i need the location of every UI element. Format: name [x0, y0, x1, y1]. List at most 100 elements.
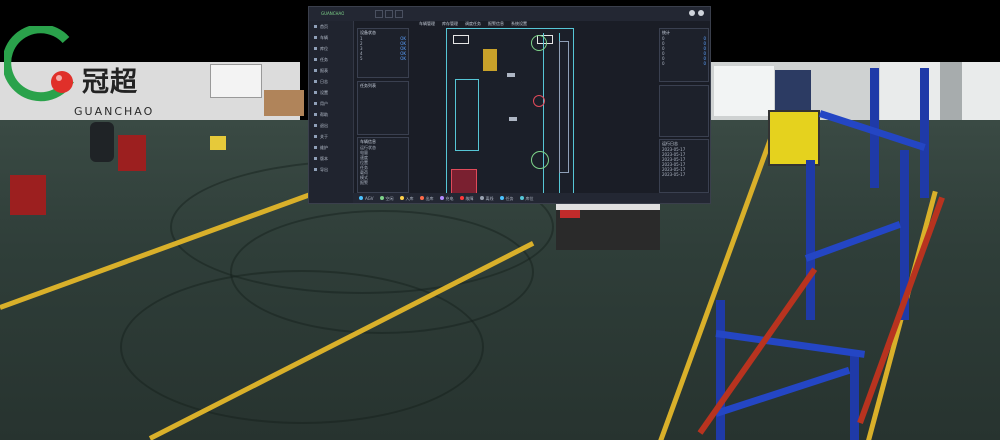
tab-3[interactable] [395, 10, 403, 18]
legend-swatch [499, 196, 504, 200]
tab-1[interactable] [375, 10, 383, 18]
sidebar-item-label: 关于 [320, 134, 328, 139]
rack-post [806, 160, 815, 320]
nav-item[interactable]: 系统设置 [511, 21, 527, 26]
user-icon[interactable] [698, 10, 704, 16]
menu-icon [314, 58, 317, 61]
sidebar-item[interactable]: 关于 [309, 131, 353, 142]
menu-icon [314, 157, 317, 160]
dashboard-top-bar: GUANCHAO [309, 7, 710, 21]
sidebar-item-label: 退出 [320, 123, 328, 128]
menu-icon [314, 146, 317, 149]
legend-item[interactable]: 任务 [499, 195, 514, 201]
nav-item[interactable]: 库存管理 [442, 21, 458, 26]
cardboard-box [264, 90, 304, 116]
legend-item[interactable]: 入库 [399, 196, 414, 201]
legend-swatch [519, 196, 524, 200]
statistics-panel: 统计 00 00 00 00 00 00 [659, 28, 709, 82]
table-row: 00 [660, 61, 708, 66]
legend-item[interactable]: AGV [359, 196, 374, 201]
rack-post [850, 350, 859, 440]
status-icons [689, 10, 704, 16]
info-row: 报警 [358, 180, 408, 185]
legend-item[interactable]: 离线 [479, 196, 494, 201]
sidebar-item[interactable]: 日志 [309, 76, 353, 87]
log-row: 2023-05-17 [660, 172, 708, 177]
menu-icon [314, 168, 317, 171]
sidebar-item-label: 库位 [320, 46, 328, 51]
sidebar-item[interactable]: 库位 [309, 43, 353, 54]
sidebar-item-label: 用户 [320, 101, 328, 106]
sidebar-item[interactable]: 设置 [309, 87, 353, 98]
sidebar-item-label: 日志 [320, 79, 328, 84]
sidebar-item[interactable]: 维护 [309, 142, 353, 153]
vehicle-info-panel: 车辆信息 运行状态 电量 速度 位置 任务 载荷 模式 报警 [357, 137, 409, 193]
legend-swatch [379, 196, 384, 200]
logo-g-icon [4, 26, 74, 102]
sidebar-item-label: 首页 [320, 24, 328, 29]
cell: OK [400, 56, 406, 61]
menu-icon [314, 25, 317, 28]
log-panel: 运行日志 2023-05-17 2023-05-17 2023-05-17 20… [659, 139, 709, 193]
menu-icon [314, 113, 317, 116]
sidebar-item[interactable]: 导出 [309, 164, 353, 175]
sidebar-item-label: 版本 [320, 156, 328, 161]
info-label: 报警 [360, 180, 368, 185]
window [714, 66, 774, 116]
sidebar-item[interactable]: 首页 [309, 21, 353, 32]
sidebar-item[interactable]: 任务 [309, 54, 353, 65]
legend-label: 任务 [505, 195, 514, 201]
agv-light [560, 210, 580, 218]
map-marker [509, 117, 517, 121]
agv-icon[interactable] [531, 151, 549, 169]
status-icon[interactable] [689, 10, 695, 16]
legend-item[interactable]: 空闲 [379, 196, 394, 201]
panel-title: 统计 [662, 30, 670, 35]
logo-title: 冠超 [82, 67, 138, 98]
rack-post [716, 300, 725, 440]
sidebar-item-label: 导出 [320, 167, 328, 172]
map-station [483, 49, 497, 71]
map-charging-area [451, 169, 477, 195]
legend-item[interactable]: 故障 [459, 196, 474, 201]
map-path [543, 33, 544, 193]
tab-2[interactable] [385, 10, 393, 18]
whiteboard [210, 64, 262, 98]
legend-item[interactable]: 库位 [519, 196, 534, 201]
dashboard-top-nav: 车辆管理 库存管理 调度任务 报警信息 系统设置 [419, 21, 527, 26]
menu-icon [314, 80, 317, 83]
map-legend: AGV 空闲 入库 出库 充电 故障 离线 任务 库位 [353, 193, 710, 203]
agv-icon[interactable] [533, 95, 545, 107]
legend-label: 充电 [445, 195, 454, 201]
legend-swatch [419, 196, 424, 200]
cell: 0 [662, 61, 665, 66]
rack-post [920, 68, 929, 198]
sidebar-item-label: 报表 [320, 68, 328, 73]
nav-item[interactable]: 调度任务 [465, 21, 481, 26]
nav-item[interactable]: 报警信息 [488, 21, 504, 26]
sidebar-item[interactable]: 版本 [309, 153, 353, 164]
sidebar-item[interactable]: 车辆 [309, 32, 353, 43]
legend-swatch [359, 196, 363, 200]
yellow-forklift-agv [768, 110, 820, 166]
panel-title: 运行日志 [662, 141, 678, 146]
sidebar-item[interactable]: 退出 [309, 120, 353, 131]
nav-item[interactable]: 车辆管理 [419, 21, 435, 26]
legend-label: AGV [365, 195, 374, 201]
legend-swatch [479, 196, 484, 200]
map-rack [559, 41, 569, 173]
agv-icon[interactable] [531, 35, 547, 51]
task-list-panel: 任务列表 [357, 81, 409, 135]
sidebar-item[interactable]: 报表 [309, 65, 353, 76]
sidebar-item[interactable]: 用户 [309, 98, 353, 109]
log-text: 2023-05-17 [662, 172, 686, 177]
menu-icon [314, 135, 317, 138]
warehouse-map[interactable] [446, 28, 574, 200]
map-marker [507, 73, 515, 77]
red-cabinet [118, 135, 146, 171]
cell: 5 [360, 56, 363, 61]
legend-item[interactable]: 充电 [439, 195, 454, 201]
legend-item[interactable]: 出库 [419, 196, 434, 201]
yellow-bucket [210, 136, 226, 150]
sidebar-item[interactable]: 帮助 [309, 109, 353, 120]
